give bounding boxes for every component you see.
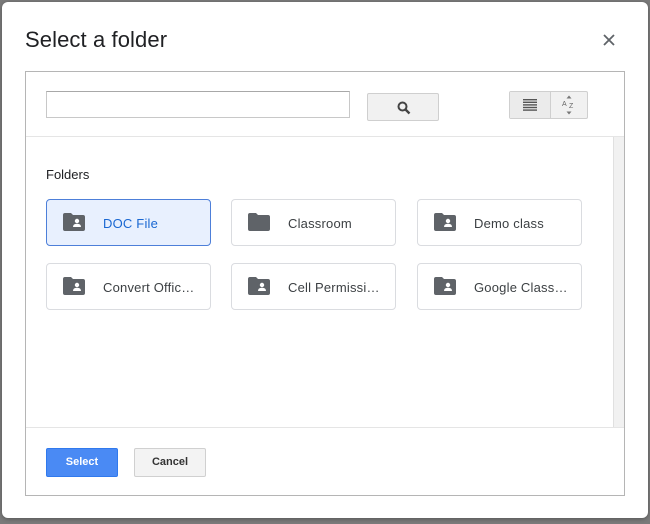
svg-text:Z: Z [569,103,574,110]
select-folder-dialog: Select a folder A Z Folders DOC File Cla… [2,2,648,518]
shared-folder-icon [434,277,456,295]
shared-folder-icon [248,277,270,295]
sort-az-icon: A Z [562,95,574,115]
scrollbar[interactable] [613,137,624,427]
folder-name: Cell Permissions [288,280,384,295]
shared-folder-icon [434,213,456,231]
folder-card[interactable]: DOC File [46,199,211,246]
folder-name: DOC File [103,216,159,231]
search-input[interactable] [46,91,350,118]
close-icon[interactable] [598,29,620,51]
list-view-icon [523,99,537,111]
sort-button[interactable]: A Z [551,92,587,118]
folder-card[interactable]: Google Classroom [417,263,582,310]
folder-card[interactable]: Convert Office Files [46,263,211,310]
shared-folder-icon [63,213,85,231]
shared-folder-icon [63,277,85,295]
folder-name: Convert Office Files [103,280,199,295]
folder-icon [248,213,270,231]
select-button[interactable]: Select [46,448,118,477]
search-button[interactable] [367,93,439,121]
search-icon [397,101,411,115]
dialog-title: Select a folder [25,27,168,52]
view-options: A Z [509,91,588,119]
section-label: Folders [46,167,90,182]
cancel-button[interactable]: Cancel [134,448,206,477]
folder-list-area: Folders DOC File Classroom Demo class Conve… [26,137,624,427]
folder-picker: A Z Folders DOC File Classroom Demo class C… [25,71,625,496]
folder-card[interactable]: Cell Permissions [231,263,396,310]
folder-card[interactable]: Classroom [231,199,396,246]
picker-toolbar: A Z [26,72,624,137]
folder-name: Demo class [474,216,544,231]
folder-name: Classroom [288,216,352,231]
folder-name: Google Classroom [474,280,570,295]
folder-card[interactable]: Demo class [417,199,582,246]
svg-text:A: A [562,101,567,108]
dialog-footer: Select Cancel [26,427,624,496]
list-view-button[interactable] [510,92,551,118]
